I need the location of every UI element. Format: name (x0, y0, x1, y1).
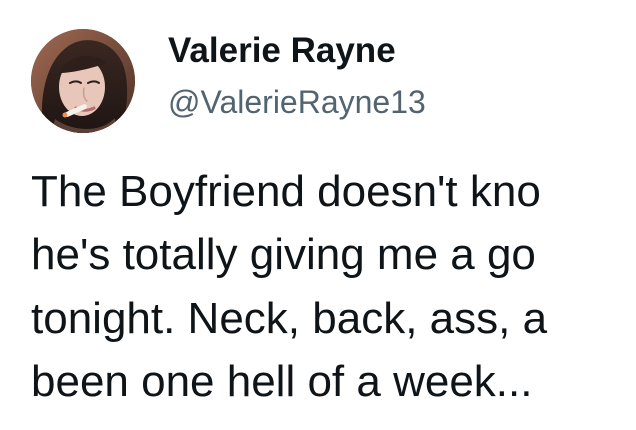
tweet-text-line: The Boyfriend doesn't kno (31, 167, 541, 216)
tweet-card: Valerie Rayne @ValerieRayne13 The Boyfri… (0, 0, 636, 430)
avatar-photo-icon (31, 29, 135, 133)
author-display-name[interactable]: Valerie Rayne (168, 30, 396, 72)
tweet-text: The Boyfriend doesn't kno he's totally g… (31, 166, 636, 430)
tweet-text-line: he's totally giving me a go (31, 230, 536, 279)
profile-avatar[interactable] (31, 29, 135, 133)
tweet-text-line: tonight. Neck, back, ass, a (31, 294, 548, 343)
tweet-text-line: been one hell of a week... (31, 357, 533, 406)
author-handle[interactable]: @ValerieRayne13 (168, 82, 426, 122)
